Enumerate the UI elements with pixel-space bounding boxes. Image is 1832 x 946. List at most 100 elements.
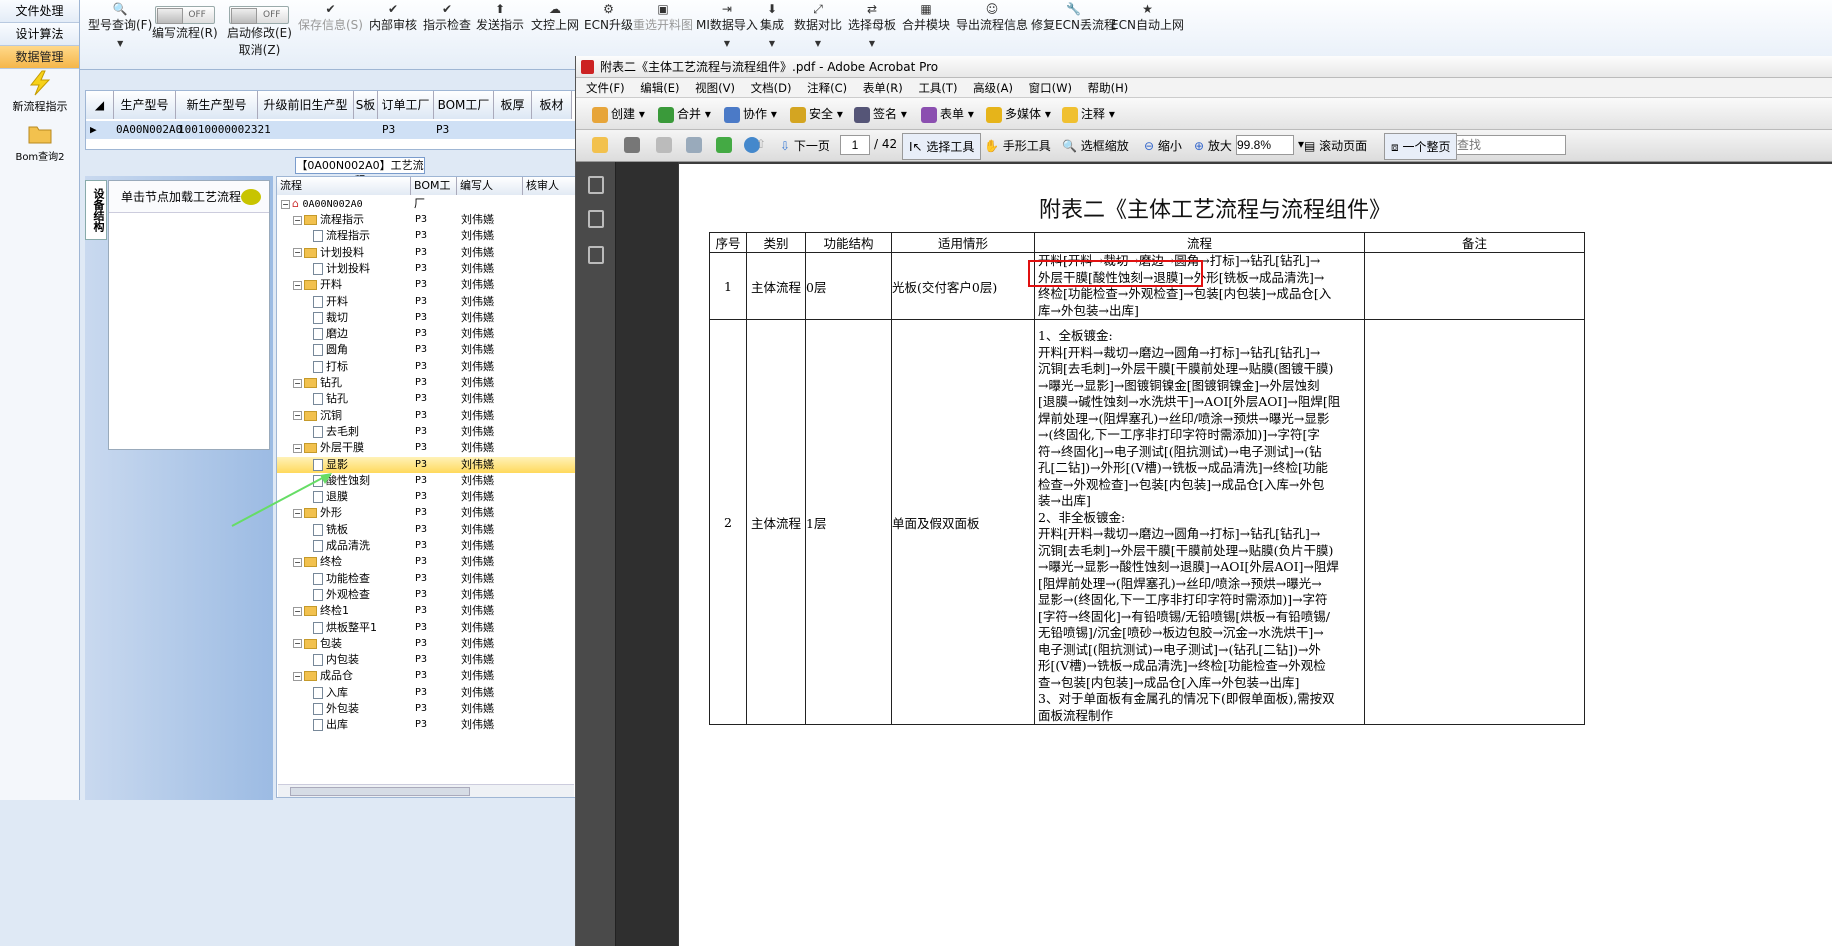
collapse-icon[interactable]: − [293,378,302,388]
collapse-icon[interactable]: − [293,443,302,453]
tree-row[interactable]: 去毛刺 P3 刘伟嬿 [277,424,577,440]
tree-row[interactable]: − 沉铜 P3 刘伟嬿 [277,408,577,424]
bookmarks-icon[interactable] [588,210,604,228]
acrobat-titlebar[interactable]: 附表二《主体工艺流程与流程组件》.pdf - Adobe Acrobat Pro [576,56,1832,78]
menu-document[interactable]: 文档(D) [751,81,792,95]
process-tab[interactable]: 【0A00N002A0】工艺流程 [295,157,425,187]
print-button[interactable] [624,137,643,153]
tree-row[interactable]: − 外层干膜 P3 刘伟嬿 [277,440,577,456]
integrate-button[interactable]: ⬇ 集成 ▼ [760,2,784,48]
collapse-icon[interactable]: − [293,215,302,225]
collapse-icon[interactable]: − [293,280,302,290]
node-load-header[interactable]: 单击节点加载工艺流程 [109,181,269,213]
sign-button[interactable]: 签名 ▾ [854,105,907,123]
menu-help[interactable]: 帮助(H) [1088,81,1129,95]
send-instruction-button[interactable]: ⬆ 发送指示 [476,2,524,33]
grid-header[interactable]: BOM工厂 [434,91,494,119]
tab-equipment-structure[interactable]: 设备结构 [85,180,107,240]
repair-ecn-button[interactable]: 🔧 修复ECN丢流程 [1031,2,1116,33]
menu-comment[interactable]: 注释(C) [807,81,847,95]
nav-bom-query-button[interactable]: Bom查询2 [0,120,80,163]
collapse-icon[interactable]: − [293,606,302,616]
find-input[interactable] [1456,135,1566,155]
tree-row[interactable]: − 计划投料 P3 刘伟嬿 [277,245,577,261]
menu-edit[interactable]: 编辑(E) [640,81,679,95]
tree-row[interactable]: 成品清洗 P3 刘伟嬿 [277,538,577,554]
zoom-in-button[interactable]: ⊕ 放大 [1194,137,1232,154]
tree-row[interactable]: 外包装 P3 刘伟嬿 [277,701,577,717]
ecn-auto-online-button[interactable]: ★ ECN自动上网 [1111,2,1184,33]
grid-header[interactable]: 生产型号 [114,91,176,119]
grid-header[interactable]: 升级前旧生产型号 [258,91,354,140]
menu-window[interactable]: 窗口(W) [1029,81,1072,95]
tree-row[interactable]: − 流程指示 P3 刘伟嬿 [277,212,577,228]
prev-page-button[interactable]: ⇧ [756,137,766,151]
multimedia-button[interactable]: 多媒体 ▾ [986,105,1051,123]
forms-button[interactable]: 表单 ▾ [921,105,974,123]
export-process-button[interactable]: ☺ 导出流程信息 [956,2,1028,33]
tree-row[interactable]: − 成品仓 P3 刘伟嬿 [277,668,577,684]
collaborate-button[interactable]: 协作 ▾ [724,105,777,123]
save-info-button[interactable]: ✔ 保存信息(S) [298,2,363,33]
tree-row[interactable]: 圆角 P3 刘伟嬿 [277,342,577,358]
signatures-icon[interactable] [588,246,604,264]
tree-row[interactable]: − 终检1 P3 刘伟嬿 [277,603,577,619]
save-button[interactable] [656,137,675,153]
comment-button[interactable]: 注释 ▾ [1062,105,1115,123]
model-query-button[interactable]: 🔍 型号查询(F) ▼ [88,2,152,48]
email-button[interactable] [686,137,705,153]
nav-file-processing[interactable]: 文件处理 [0,0,79,23]
doc-online-button[interactable]: ☁ 文控上网 [531,2,579,33]
page-number-input[interactable] [840,135,870,155]
nav-new-process-button[interactable]: 新流程指示 [0,70,80,114]
tree-row[interactable]: − 钻孔 P3 刘伟嬿 [277,375,577,391]
collapse-icon[interactable]: − [293,639,302,649]
start-modify-toggle[interactable]: OFF 启动修改(E) 取消(Z) [227,6,292,58]
mi-import-button[interactable]: ⇥ MI数据导入 ▼ [696,2,758,48]
tree-row[interactable]: 磨边 P3 刘伟嬿 [277,326,577,342]
create-button[interactable]: 创建 ▾ [592,105,645,123]
tree-row[interactable]: 开料 P3 刘伟嬿 [277,294,577,310]
scrollbar-thumb[interactable] [290,787,470,796]
grid-header[interactable]: S板 [354,91,378,119]
instruction-check-button[interactable]: ✔ 指示检查 [423,2,471,33]
one-page-button[interactable]: ⧈ 一个整页 [1384,133,1458,160]
edit-process-toggle[interactable]: OFF 编写流程(R) [152,6,218,41]
tree-row[interactable]: − 终检 P3 刘伟嬿 [277,554,577,570]
menu-tools[interactable]: 工具(T) [918,81,957,95]
ecn-upgrade-button[interactable]: ⚙ ECN升级 [584,2,633,33]
tree-row[interactable]: 功能检查 P3 刘伟嬿 [277,571,577,587]
collapse-icon[interactable]: − [293,411,302,421]
collapse-icon[interactable]: − [293,557,302,567]
nav-design-algorithm[interactable]: 设计算法 [0,23,79,46]
menu-advanced[interactable]: 高级(A) [973,81,1013,95]
tree-root[interactable]: − ⌂ 0A00N002A0 [277,196,577,212]
reselect-cutting-button[interactable]: ▣ 重选开料图 [633,2,693,33]
merge-module-button[interactable]: ▦ 合并模块 [902,2,950,33]
combine-button[interactable]: 合并 ▾ [658,105,711,123]
tree-row[interactable]: 钻孔 P3 刘伟嬿 [277,391,577,407]
grid-header[interactable]: 板材 [532,91,572,119]
internal-audit-button[interactable]: ✔ 内部审核 [369,2,417,33]
grid-header[interactable]: 订单工厂 [378,91,434,119]
cancel-label[interactable]: 取消(Z) [239,43,281,57]
zoom-out-button[interactable]: ⊖ 缩小 [1144,137,1182,154]
marquee-zoom-button[interactable]: 🔍 选框缩放 [1062,137,1129,154]
menu-forms[interactable]: 表单(R) [863,81,903,95]
tree-row[interactable]: 出库 P3 刘伟嬿 [277,717,577,733]
nav-data-management[interactable]: 数据管理 [0,46,79,69]
zoom-input[interactable] [1236,135,1294,155]
collapse-icon[interactable]: − [293,671,302,681]
tree-header[interactable]: 核审人 [523,177,577,195]
security-button[interactable]: 安全 ▾ [790,105,843,123]
tree-row[interactable]: − 开料 P3 刘伟嬿 [277,277,577,293]
tree-header[interactable]: BOM工厂 [411,177,457,210]
tree-row[interactable]: 计划投料 P3 刘伟嬿 [277,261,577,277]
grid-header[interactable]: 新生产型号 [176,91,258,119]
tree-row[interactable]: 流程指示 P3 刘伟嬿 [277,228,577,244]
tree-row[interactable]: − 包装 P3 刘伟嬿 [277,636,577,652]
tree-header[interactable]: 编写人 [457,177,523,195]
collapse-icon[interactable]: − [281,199,290,209]
data-compare-button[interactable]: ⤢ 数据对比 ▼ [794,2,842,48]
scroll-page-button[interactable]: ▤ 滚动页面 [1304,137,1367,154]
